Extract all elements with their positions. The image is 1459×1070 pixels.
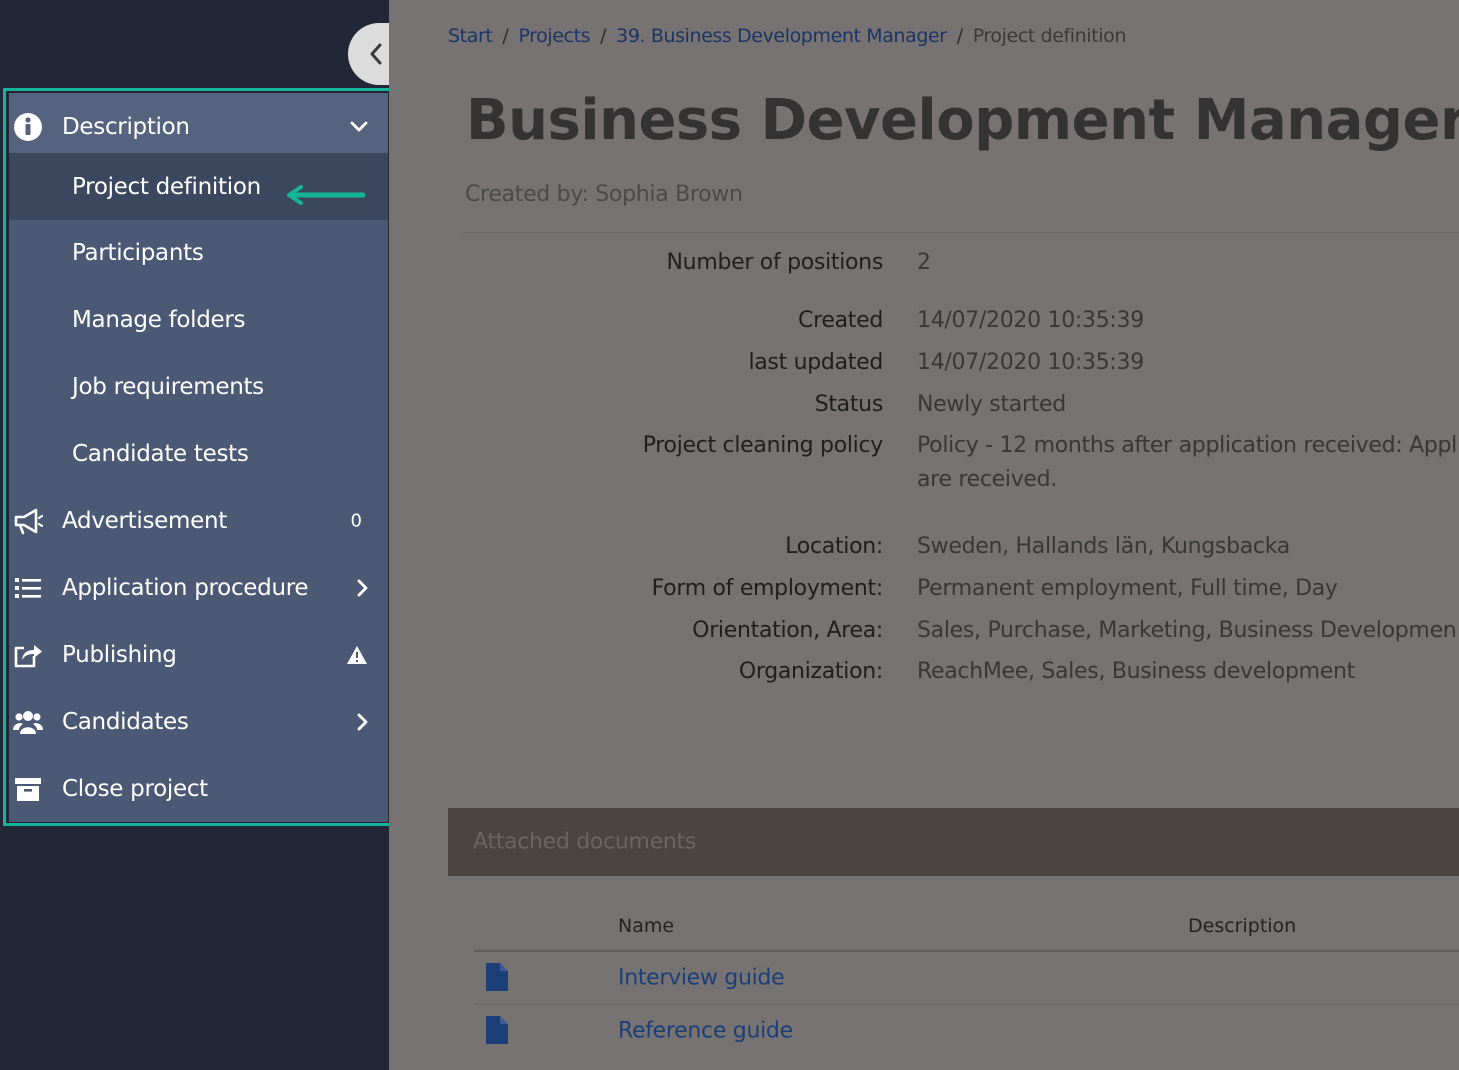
detail-value: Sweden, Hallands län, Kungsbacka xyxy=(917,534,1290,559)
menu-item-job-requirements[interactable]: Job requirements xyxy=(9,353,388,420)
menu-item-publishing[interactable]: Publishing xyxy=(9,621,388,688)
detail-value-continued: are received. xyxy=(917,467,1058,492)
detail-value: ReachMee, Sales, Business development xyxy=(917,659,1355,684)
menu-item-label: Participants xyxy=(72,239,204,266)
menu-item-candidates[interactable]: Candidates xyxy=(9,688,388,755)
breadcrumb-projects-link[interactable]: Projects xyxy=(518,25,590,47)
divider xyxy=(459,232,1459,233)
menu-item-label: Publishing xyxy=(62,641,177,668)
detail-value: Permanent employment, Full time, Day xyxy=(917,576,1338,601)
menu-item-application-procedure[interactable]: Application procedure xyxy=(9,554,388,621)
file-icon xyxy=(486,963,508,991)
sidebar: Description Project definition Participa… xyxy=(0,0,408,1070)
breadcrumb-project-link[interactable]: 39. Business Development Manager xyxy=(616,25,947,47)
menu-item-label: Application procedure xyxy=(62,574,309,601)
breadcrumb-separator: / xyxy=(600,25,607,47)
document-link[interactable]: Interview guide xyxy=(618,966,785,991)
table-row: Reference guide xyxy=(474,1004,1459,1056)
menu-item-project-definition[interactable]: Project definition xyxy=(9,153,388,220)
project-menu: Description Project definition Participa… xyxy=(9,93,388,822)
menu-item-label: Advertisement xyxy=(62,507,227,534)
breadcrumb-separator: / xyxy=(502,25,509,47)
document-link[interactable]: Reference guide xyxy=(618,1018,793,1043)
menu-item-label: Project definition xyxy=(72,173,261,200)
panel-title: Attached documents xyxy=(473,829,696,855)
megaphone-icon xyxy=(14,508,44,534)
detail-value: 14/07/2020 10:35:39 xyxy=(917,350,1144,375)
arrow-left-icon xyxy=(287,185,366,205)
list-icon xyxy=(15,577,41,598)
detail-value: 14/07/2020 10:35:39 xyxy=(917,308,1144,333)
info-circle-icon xyxy=(14,112,42,141)
users-icon xyxy=(13,710,43,734)
menu-item-label: Description xyxy=(62,113,190,140)
main-content: Start / Projects / 39. Business Development … xyxy=(389,0,1459,1070)
detail-label: Organization: xyxy=(738,659,883,684)
created-by: Created by: Sophia Brown xyxy=(465,182,743,207)
share-icon xyxy=(14,644,42,667)
page-title: Business Development Manager(39) xyxy=(466,88,1459,153)
menu-item-label: Candidate tests xyxy=(72,440,249,467)
detail-value: 2 xyxy=(917,250,931,275)
chevron-down-icon xyxy=(350,121,368,131)
column-header-description[interactable]: Description xyxy=(1188,915,1296,937)
menu-item-label: Candidates xyxy=(62,708,189,735)
archive-icon xyxy=(15,777,41,801)
column-header-name[interactable]: Name xyxy=(618,915,674,937)
detail-label: Orientation, Area: xyxy=(692,618,883,643)
file-icon xyxy=(486,1016,508,1044)
detail-value: Policy - 12 months after application rec… xyxy=(917,433,1457,458)
advertisement-count-badge: 0 xyxy=(350,510,362,531)
chevron-right-icon xyxy=(357,579,368,596)
project-title: Business Development Manager xyxy=(466,88,1459,153)
detail-label: Location: xyxy=(785,534,883,559)
detail-label: Project cleaning policy xyxy=(642,433,884,458)
menu-item-label: Close project xyxy=(62,775,208,802)
menu-item-participants[interactable]: Participants xyxy=(9,219,388,286)
menu-item-advertisement[interactable]: Advertisement 0 xyxy=(9,487,388,554)
chevron-right-icon xyxy=(357,713,368,730)
table-row: Interview guide xyxy=(474,952,1459,1004)
menu-item-candidate-tests[interactable]: Candidate tests xyxy=(9,420,388,487)
detail-label: Status xyxy=(814,392,884,417)
menu-item-close-project[interactable]: Close project xyxy=(9,755,388,822)
breadcrumb-current: Project definition xyxy=(972,25,1127,47)
detail-value: Sales, Purchase, Marketing, Business Dev… xyxy=(917,618,1457,643)
detail-label: Created xyxy=(798,308,883,333)
menu-item-manage-folders[interactable]: Manage folders xyxy=(9,286,388,353)
menu-item-label: Manage folders xyxy=(72,306,246,333)
detail-label: Number of positions xyxy=(666,250,884,275)
chevron-left-icon xyxy=(370,43,382,65)
breadcrumb-separator: / xyxy=(956,25,963,47)
breadcrumb: Start / Projects / 39. Business Development … xyxy=(448,25,1126,47)
detail-value: Newly started xyxy=(917,392,1066,417)
breadcrumb-start-link[interactable]: Start xyxy=(448,25,493,47)
attached-documents-panel-header: Attached documents xyxy=(448,808,1459,876)
menu-item-label: Job requirements xyxy=(72,373,264,400)
warning-icon xyxy=(347,645,367,664)
detail-label: Form of employment: xyxy=(651,576,884,601)
detail-label: last updated xyxy=(748,350,883,375)
menu-item-description[interactable]: Description xyxy=(9,93,388,160)
